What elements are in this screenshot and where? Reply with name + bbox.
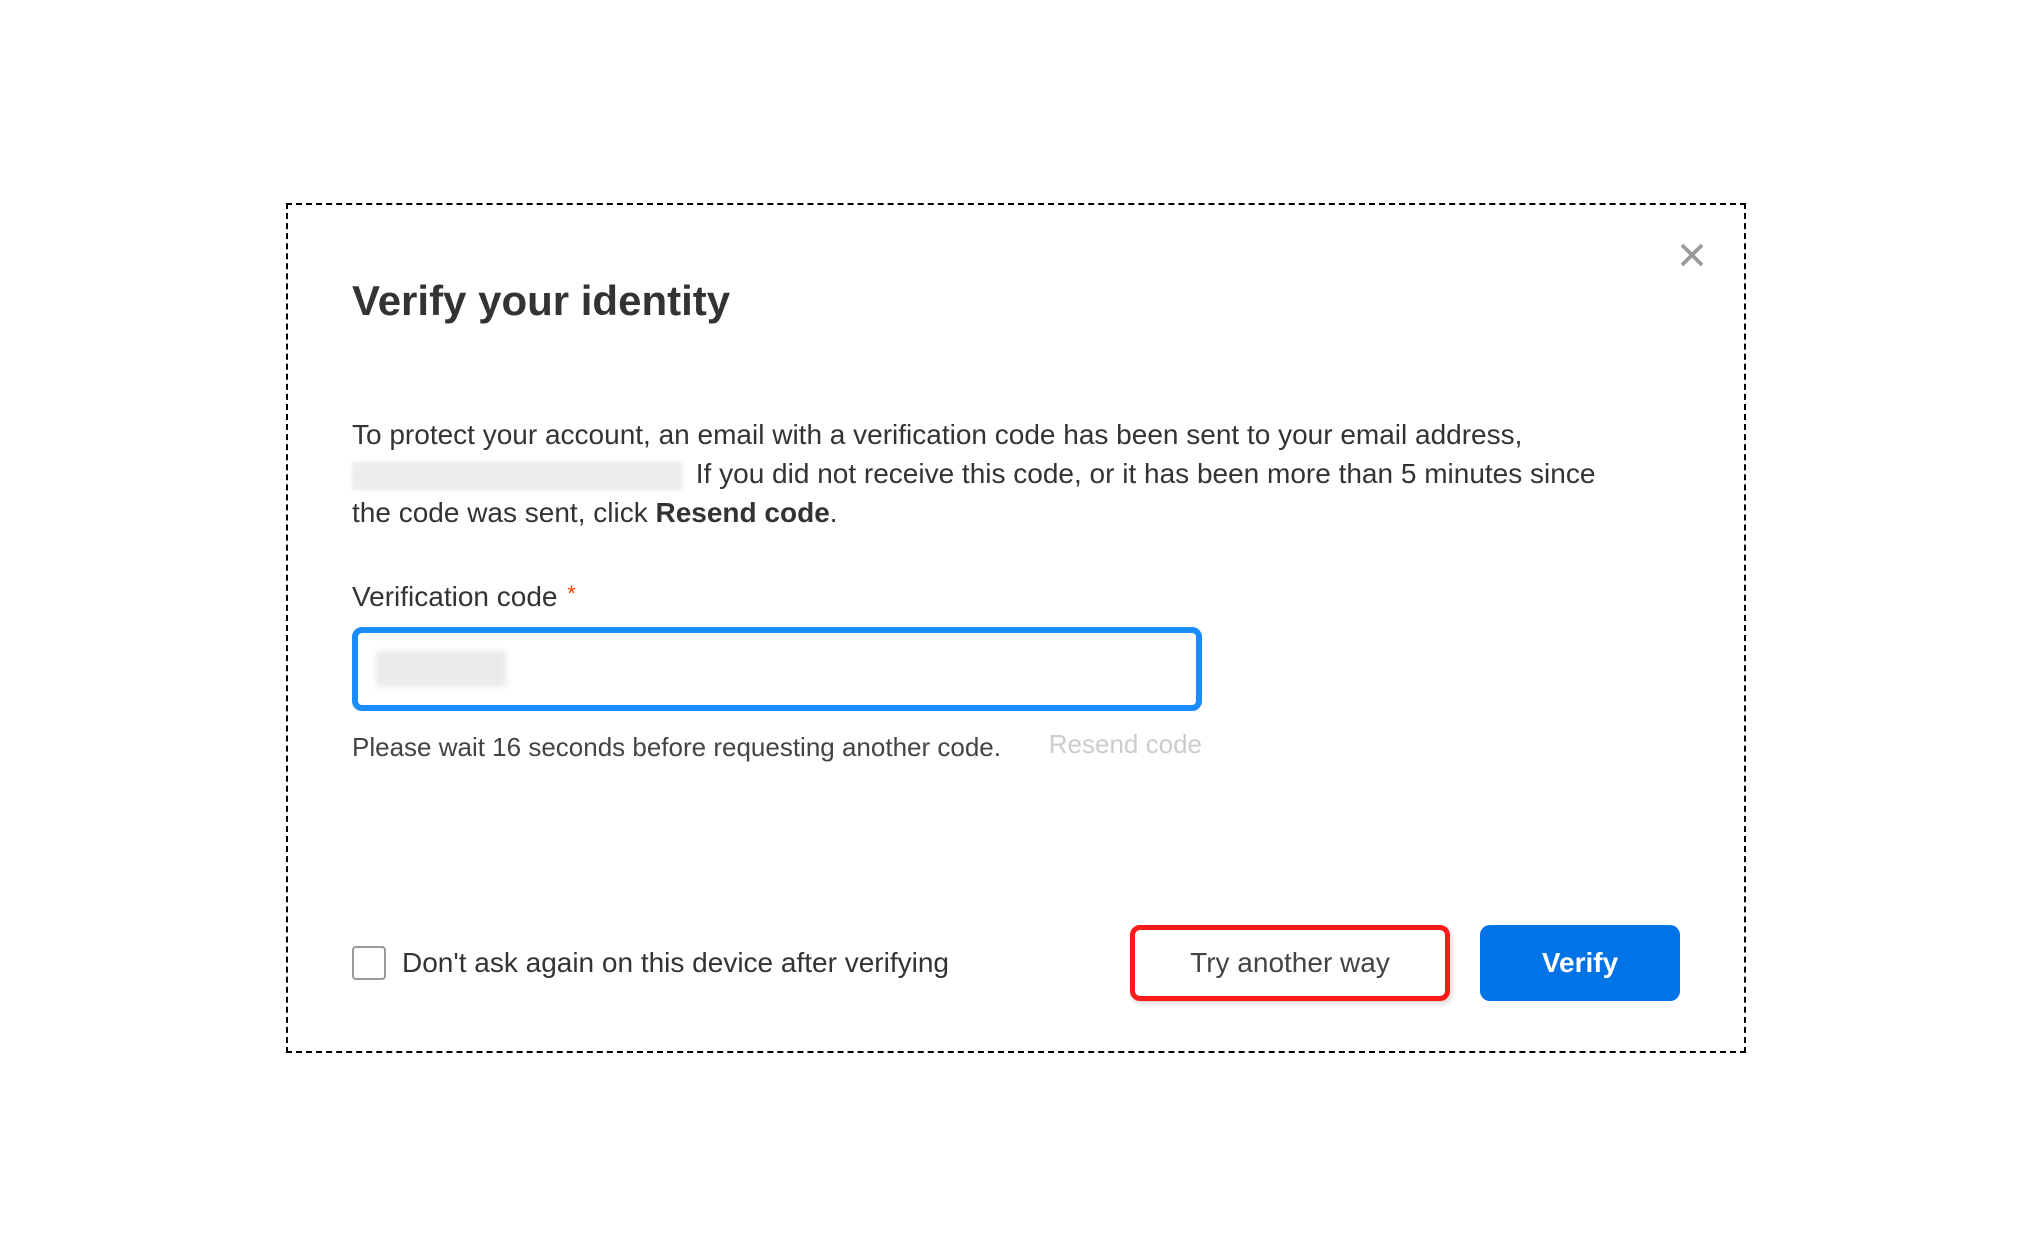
redacted-input-value <box>376 651 506 687</box>
try-another-way-button[interactable]: Try another way <box>1130 925 1450 1001</box>
verification-code-input-container[interactable] <box>352 627 1202 711</box>
close-button[interactable] <box>1670 233 1714 277</box>
modal-description: To protect your account, an email with a… <box>352 415 1612 533</box>
modal-title: Verify your identity <box>352 277 1680 325</box>
redacted-email <box>352 462 682 490</box>
description-bold: Resend code <box>655 497 829 528</box>
dont-ask-again-checkbox[interactable] <box>352 946 386 980</box>
verify-button[interactable]: Verify <box>1480 925 1680 1001</box>
description-period: . <box>830 497 838 528</box>
dont-ask-again-label: Don't ask again on this device after ver… <box>402 947 949 979</box>
required-asterisk-icon: * <box>567 581 576 606</box>
resend-code-link[interactable]: Resend code <box>1049 729 1202 760</box>
verification-code-label: Verification code * <box>352 581 1680 613</box>
verify-identity-modal: Verify your identity To protect your acc… <box>286 203 1746 1053</box>
description-part1: To protect your account, an email with a… <box>352 419 1522 450</box>
modal-footer: Don't ask again on this device after ver… <box>352 925 1680 1001</box>
close-icon <box>1677 240 1707 270</box>
wait-message: Please wait 16 seconds before requesting… <box>352 729 1009 765</box>
